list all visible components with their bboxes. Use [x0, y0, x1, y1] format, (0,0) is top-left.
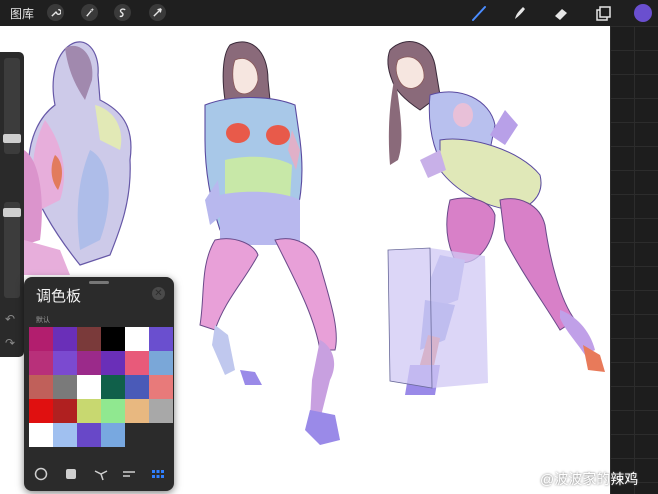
panel-grabber[interactable] — [89, 281, 109, 284]
color-swatch[interactable] — [149, 327, 173, 351]
watermark: @波波家的辣鸡 — [521, 469, 638, 489]
selection-icon[interactable] — [114, 4, 131, 21]
palette-title: 调色板 — [36, 288, 82, 305]
opacity-slider[interactable] — [3, 202, 21, 298]
color-swatch[interactable] — [101, 423, 125, 447]
palettes-icon[interactable] — [151, 467, 165, 481]
color-swatch[interactable] — [125, 375, 149, 399]
disc-icon[interactable] — [34, 467, 48, 481]
color-swatch[interactable] — [149, 423, 173, 447]
brush-size-thumb[interactable] — [3, 134, 21, 143]
palette-name: 默认 — [36, 317, 50, 324]
wrench-icon[interactable] — [47, 4, 64, 21]
color-swatch[interactable] — [149, 399, 173, 423]
color-swatch[interactable] — [77, 399, 101, 423]
color-swatch[interactable] — [53, 327, 77, 351]
side-slider-bar: ↶ ↷ — [0, 52, 24, 357]
color-swatch[interactable] — [77, 423, 101, 447]
color-swatch[interactable] — [53, 399, 77, 423]
value-icon[interactable] — [122, 467, 136, 481]
color-swatch[interactable] — [125, 423, 149, 447]
color-swatch[interactable] — [29, 351, 53, 375]
color-swatch[interactable] — [101, 375, 125, 399]
color-swatch[interactable] — [101, 327, 125, 351]
opacity-thumb[interactable] — [3, 208, 21, 217]
palette-panel: 调色板 ✕ 默认 — [24, 277, 174, 491]
color-swatch[interactable] — [77, 327, 101, 351]
color-picker-button[interactable] — [634, 4, 652, 22]
color-swatch[interactable] — [53, 375, 77, 399]
close-icon[interactable]: ✕ — [152, 287, 165, 300]
color-swatch[interactable] — [29, 423, 53, 447]
magic-wand-icon[interactable] — [81, 4, 98, 21]
color-swatch[interactable] — [29, 399, 53, 423]
color-swatch[interactable] — [53, 351, 77, 375]
palette-footer — [24, 463, 174, 485]
color-swatch[interactable] — [77, 351, 101, 375]
smudge-icon[interactable] — [511, 5, 529, 21]
weibo-logo-icon — [521, 472, 537, 486]
gallery-button[interactable]: 图库 — [10, 5, 34, 22]
brush-size-slider[interactable] — [3, 58, 21, 154]
color-swatch[interactable] — [101, 351, 125, 375]
color-swatch[interactable] — [101, 399, 125, 423]
color-swatch[interactable] — [149, 375, 173, 399]
swatch-grid — [29, 327, 173, 447]
color-swatch[interactable] — [125, 399, 149, 423]
harmony-icon[interactable] — [94, 467, 108, 481]
square-icon[interactable] — [64, 467, 78, 481]
undo-icon[interactable]: ↶ — [5, 312, 15, 326]
color-swatch[interactable] — [29, 327, 53, 351]
color-swatch[interactable] — [77, 375, 101, 399]
redo-icon[interactable]: ↷ — [5, 336, 15, 350]
watermark-text: @波波家的辣鸡 — [540, 471, 639, 487]
color-swatch[interactable] — [125, 327, 149, 351]
canvas-background-grid — [610, 26, 658, 494]
layers-icon[interactable] — [594, 5, 612, 21]
transform-icon[interactable] — [149, 4, 166, 21]
brush-icon[interactable] — [470, 5, 488, 21]
color-swatch[interactable] — [149, 351, 173, 375]
color-swatch[interactable] — [125, 351, 149, 375]
eraser-icon[interactable] — [552, 5, 570, 21]
color-swatch[interactable] — [29, 375, 53, 399]
color-swatch[interactable] — [53, 423, 77, 447]
top-toolbar: 图库 — [0, 0, 658, 26]
